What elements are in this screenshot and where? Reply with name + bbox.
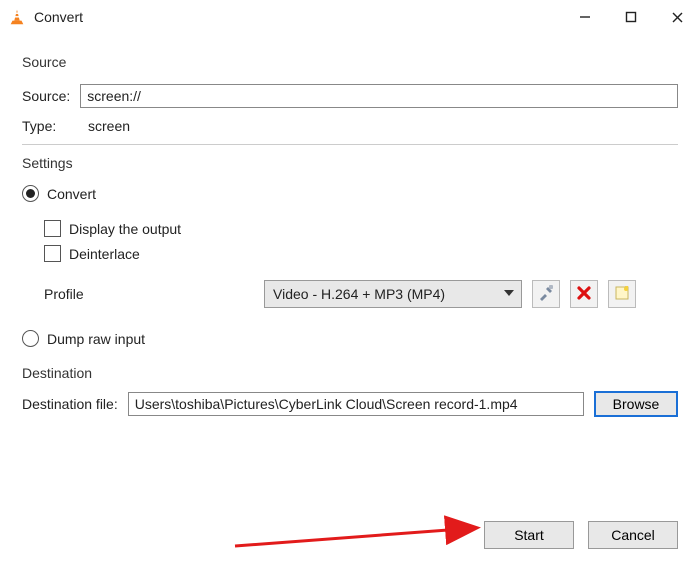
source-section-label: Source [22,54,678,70]
source-label: Source: [22,88,70,104]
new-profile-button[interactable] [608,280,636,308]
display-output-checkbox[interactable] [44,220,61,237]
titlebar: Convert [0,0,700,34]
chevron-down-icon [503,286,515,302]
window-title: Convert [34,9,83,25]
profile-value: Video - H.264 + MP3 (MP4) [273,286,445,302]
maximize-button[interactable] [608,0,654,34]
deinterlace-checkbox[interactable] [44,245,61,262]
start-button[interactable]: Start [484,521,574,549]
edit-profile-button[interactable] [532,280,560,308]
display-output-label: Display the output [69,221,181,237]
settings-section-label: Settings [22,155,678,171]
vlc-icon [8,8,26,26]
destination-file-input[interactable] [128,392,584,416]
dump-raw-radio[interactable] [22,330,39,347]
deinterlace-label: Deinterlace [69,246,140,262]
browse-button[interactable]: Browse [594,391,678,417]
close-button[interactable] [654,0,700,34]
minimize-button[interactable] [562,0,608,34]
new-profile-icon [613,284,631,305]
delete-profile-button[interactable] [570,280,598,308]
convert-radio-label: Convert [47,186,96,202]
profile-dropdown[interactable]: Video - H.264 + MP3 (MP4) [264,280,522,308]
tools-icon [537,284,555,305]
annotation-arrow [230,514,490,557]
divider [22,144,678,145]
profile-label: Profile [44,286,254,302]
type-label: Type: [22,118,78,134]
window-controls [562,0,700,34]
cancel-button[interactable]: Cancel [588,521,678,549]
source-input[interactable] [80,84,678,108]
destination-file-label: Destination file: [22,396,118,412]
destination-section-label: Destination [22,365,678,381]
delete-icon [576,285,592,304]
dump-raw-label: Dump raw input [47,331,145,347]
type-value: screen [88,118,130,134]
convert-radio[interactable] [22,185,39,202]
